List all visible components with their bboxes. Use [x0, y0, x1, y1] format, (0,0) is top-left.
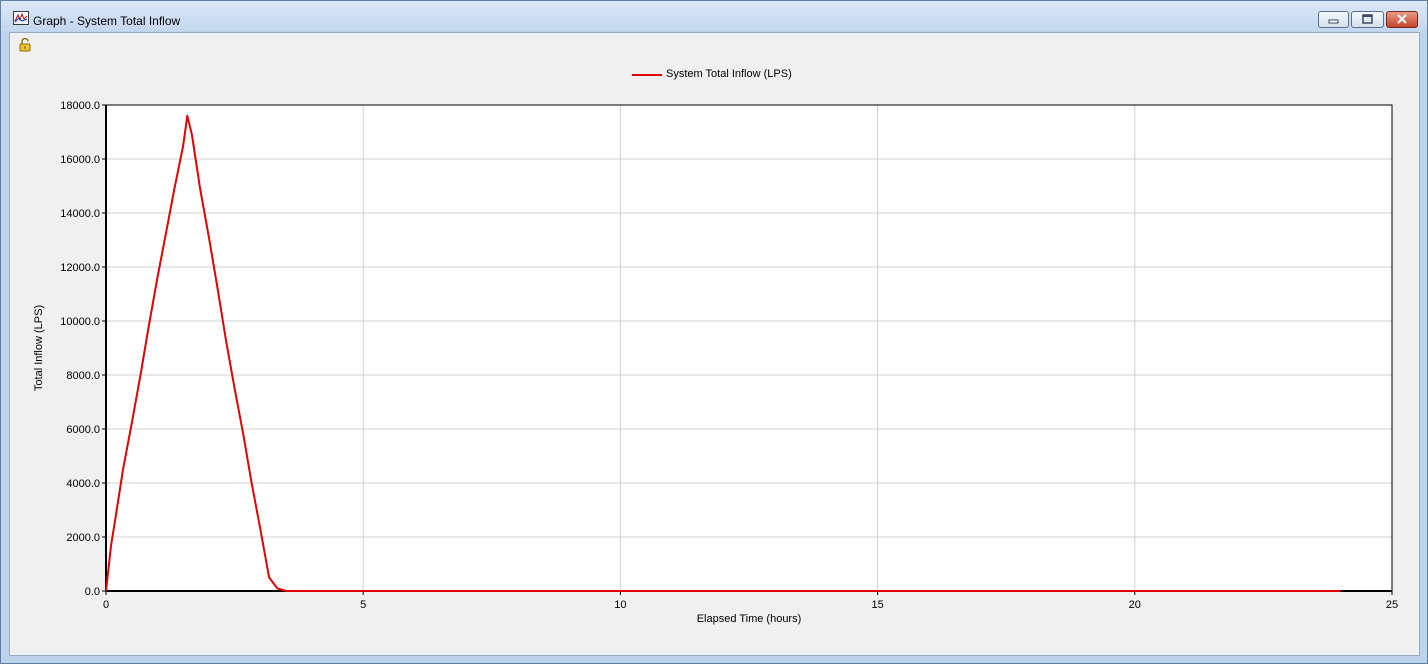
y-tick-label: 16000.0 [60, 154, 100, 166]
minimize-button[interactable] [1318, 11, 1349, 28]
minimize-icon [1328, 19, 1339, 24]
y-tick-label: 8000.0 [66, 370, 100, 382]
y-tick-label: 0.0 [85, 586, 100, 598]
y-tick-label: 14000.0 [60, 208, 100, 220]
x-tick-label: 15 [871, 599, 883, 611]
x-tick-label: 10 [614, 599, 626, 611]
y-tick-label: 2000.0 [66, 532, 100, 544]
close-icon [1397, 14, 1407, 24]
maximize-icon [1362, 14, 1373, 24]
plot-area [106, 105, 1392, 591]
inflow-chart: 0 5 10 15 20 25 0.0 2000.0 4000.0 6000.0 8000.0 100… [33, 100, 1398, 625]
y-tick-label: 10000.0 [60, 316, 100, 328]
window-title: Graph - System Total Inflow [33, 14, 181, 28]
x-tick-label: 25 [1386, 599, 1398, 611]
y-tick-label: 18000.0 [60, 100, 100, 112]
y-axis-label: Total Inflow (LPS) [33, 305, 45, 391]
maximize-button[interactable] [1351, 11, 1384, 28]
y-tick-label: 4000.0 [66, 478, 100, 490]
x-axis-label: Elapsed Time (hours) [697, 613, 802, 625]
graph-window: Graph - System Total Inflow System Total… [0, 0, 1428, 664]
graph-client-area: System Total Inflow (LPS) 0 5 10 15 20 25 0.0 2… [9, 32, 1420, 656]
title-bar[interactable]: Graph - System Total Inflow [1, 1, 1427, 31]
y-tick-label: 6000.0 [66, 424, 100, 436]
y-tick-label: 12000.0 [60, 262, 100, 274]
close-button[interactable] [1386, 11, 1418, 28]
graph-app-icon [13, 11, 29, 25]
x-tick-label: 20 [1129, 599, 1141, 611]
x-tick-label: 5 [360, 599, 366, 611]
x-tick-label: 0 [103, 599, 109, 611]
